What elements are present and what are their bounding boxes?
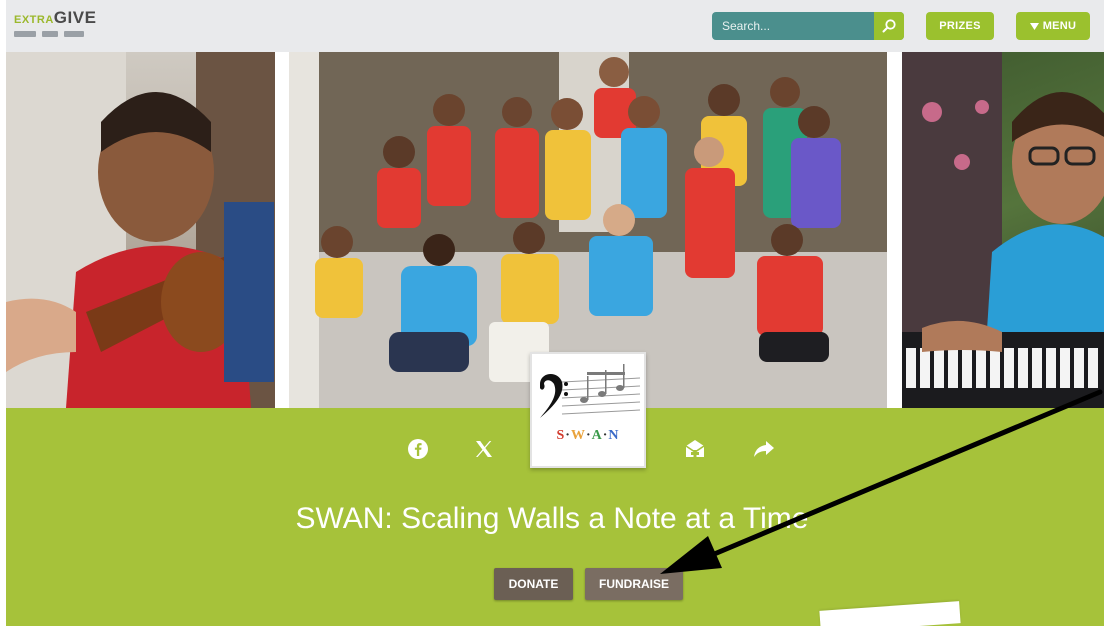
org-logo: S·W·A·N (530, 352, 646, 468)
page: EXTRAGIVE PRIZES MENU (0, 0, 1104, 626)
campaign-title: SWAN: Scaling Walls a Note at a Time (295, 502, 809, 535)
boy-piano-photo (902, 52, 1104, 408)
site-header: EXTRAGIVE PRIZES MENU (6, 0, 1104, 52)
extragive-logo[interactable]: EXTRAGIVE (14, 8, 124, 44)
prizes-button[interactable]: PRIZES (926, 12, 994, 40)
logo-give-text: GIVE (53, 8, 97, 27)
facebook-share-button[interactable] (406, 437, 430, 461)
search-input[interactable] (712, 12, 876, 40)
email-icon (685, 440, 705, 457)
share-button[interactable] (752, 437, 776, 461)
search-button[interactable] (874, 12, 904, 40)
x-icon (476, 441, 492, 457)
search-box (712, 12, 904, 40)
caret-down-icon (1029, 22, 1039, 30)
menu-button[interactable]: MENU (1016, 12, 1090, 40)
facebook-icon (408, 439, 428, 459)
x-share-button[interactable] (472, 437, 496, 461)
email-share-button[interactable] (683, 437, 707, 461)
fundraise-button[interactable]: FUNDRAISE (585, 568, 683, 600)
logo-sponsors (14, 31, 124, 37)
search-icon (882, 19, 896, 33)
bass-clef-staff-icon (540, 364, 641, 418)
girl-violin-illustration (6, 52, 275, 408)
menu-label: MENU (1042, 20, 1077, 32)
girl-violin-photo (6, 52, 275, 408)
logo-extra-text: EXTRA (14, 14, 54, 26)
donate-button[interactable]: DONATE (494, 568, 573, 600)
boy-piano-illustration (902, 52, 1104, 408)
org-logo-letters: S·W·A·N (556, 428, 620, 443)
share-icon (754, 441, 774, 457)
